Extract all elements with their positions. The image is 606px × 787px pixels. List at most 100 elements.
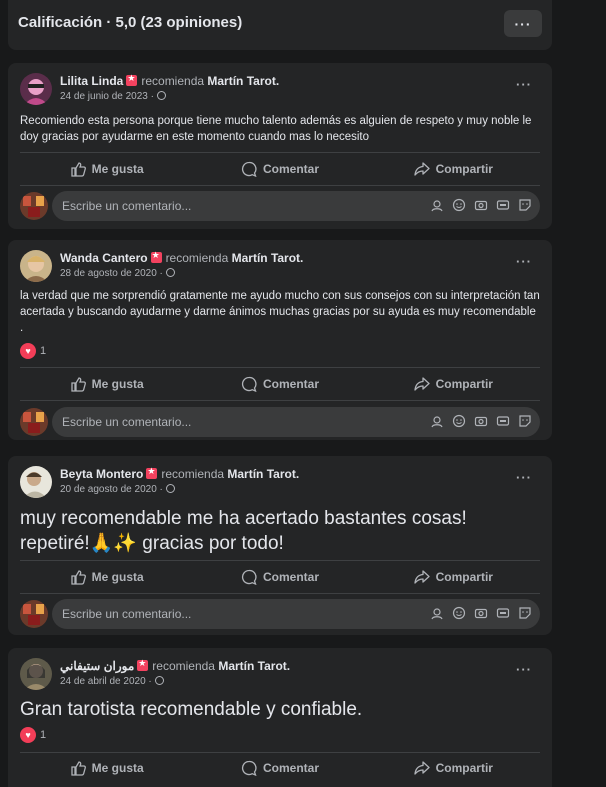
like-button[interactable]: Me gusta	[20, 369, 193, 399]
post-more-button[interactable]: ···	[516, 77, 532, 92]
review-post: Wanda Cantero recomienda Martín Tarot. 28…	[8, 240, 552, 440]
like-button[interactable]: Me gusta	[20, 753, 193, 783]
post-date[interactable]: 24 de abril de 2020 ·	[60, 676, 164, 687]
reaction-summary[interactable]: ♥ 1	[20, 343, 46, 359]
share-button[interactable]: Compartir	[367, 562, 540, 592]
comment-icon	[241, 161, 257, 177]
camera-icon[interactable]	[474, 414, 488, 428]
comment-row: Escribe un comentario...	[20, 599, 540, 629]
user-avatar[interactable]	[20, 408, 48, 436]
comment-icon	[241, 569, 257, 585]
share-button[interactable]: Compartir	[367, 369, 540, 399]
comment-tools	[430, 606, 532, 620]
globe-icon	[165, 268, 175, 277]
avatar[interactable]	[20, 73, 52, 105]
author-line: Wanda Cantero recomienda Martín Tarot.	[60, 250, 304, 265]
recommend-badge-icon	[126, 73, 138, 86]
avatar-sticker-icon[interactable]	[430, 198, 444, 212]
avatar[interactable]	[20, 658, 52, 690]
like-icon	[71, 162, 86, 177]
share-button[interactable]: Compartir	[367, 753, 540, 783]
author-name[interactable]: موران ستيفاني	[60, 659, 134, 673]
share-label: Compartir	[435, 377, 493, 391]
date-text: 24 de junio de 2023 ·	[60, 91, 154, 102]
comment-button[interactable]: Comentar	[193, 753, 366, 783]
user-avatar[interactable]	[20, 192, 48, 220]
action-bar: Me gusta Comentar Compartir	[20, 369, 540, 399]
avatar-sticker-icon[interactable]	[430, 606, 444, 620]
gif-icon[interactable]	[496, 606, 510, 620]
sticker-icon[interactable]	[518, 414, 532, 428]
comment-label: Comentar	[262, 570, 319, 584]
camera-icon[interactable]	[474, 198, 488, 212]
divider	[20, 185, 540, 186]
review-text: muy recomendable me ha acertado bastante…	[20, 508, 467, 554]
author-name[interactable]: Lilita Linda	[60, 74, 123, 88]
author-line: Lilita Linda recomienda Martín Tarot.	[60, 73, 279, 88]
post-more-button[interactable]: ···	[516, 254, 532, 269]
like-icon	[71, 570, 86, 585]
page-name-link[interactable]: Martín Tarot.	[218, 659, 290, 673]
post-date[interactable]: 28 de agosto de 2020 ·	[60, 268, 175, 279]
comment-placeholder: Escribe un comentario...	[62, 607, 192, 621]
camera-icon[interactable]	[474, 606, 488, 620]
post-date[interactable]: 24 de junio de 2023 ·	[60, 91, 166, 102]
review-text: la verdad que me sorprendió gratamente m…	[20, 290, 540, 334]
author-name[interactable]: Wanda Cantero	[60, 251, 148, 265]
divider	[20, 367, 540, 368]
share-label: Compartir	[435, 162, 493, 176]
comment-input[interactable]: Escribe un comentario...	[52, 407, 540, 437]
rating-header: Calificación · 5,0 (23 opiniones) ···	[8, 0, 552, 50]
user-avatar[interactable]	[20, 600, 48, 628]
action-bar: Me gusta Comentar Compartir	[20, 154, 540, 184]
post-more-button[interactable]: ···	[516, 470, 532, 485]
comment-placeholder: Escribe un comentario...	[62, 415, 192, 429]
divider	[20, 152, 540, 153]
like-button[interactable]: Me gusta	[20, 562, 193, 592]
sticker-icon[interactable]	[518, 606, 532, 620]
comment-button[interactable]: Comentar	[193, 562, 366, 592]
emoji-icon[interactable]	[452, 414, 466, 428]
globe-icon	[165, 484, 175, 493]
like-button[interactable]: Me gusta	[20, 154, 193, 184]
author-name[interactable]: Beyta Montero	[60, 467, 143, 481]
comment-icon	[241, 760, 257, 776]
page-name-link[interactable]: Martín Tarot.	[227, 467, 299, 481]
reaction-summary[interactable]: ♥ 1	[20, 727, 46, 743]
gif-icon[interactable]	[496, 198, 510, 212]
share-icon	[413, 761, 430, 775]
post-more-button[interactable]: ···	[516, 662, 532, 677]
comment-icon	[241, 376, 257, 392]
date-text: 28 de agosto de 2020 ·	[60, 268, 163, 279]
recommend-badge-icon	[146, 466, 158, 479]
comment-button[interactable]: Comentar	[193, 154, 366, 184]
action-bar: Me gusta Comentar Compartir	[20, 753, 540, 783]
love-reaction-icon: ♥	[20, 727, 36, 743]
sticker-icon[interactable]	[518, 198, 532, 212]
more-options-button[interactable]: ···	[504, 10, 542, 37]
post-date[interactable]: 20 de agosto de 2020 ·	[60, 484, 175, 495]
avatar-sticker-icon[interactable]	[430, 414, 444, 428]
like-label: Me gusta	[91, 761, 144, 775]
comment-input[interactable]: Escribe un comentario...	[52, 599, 540, 629]
date-text: 24 de abril de 2020 ·	[60, 676, 152, 687]
review-post: Beyta Montero recomienda Martín Tarot. 20…	[8, 456, 552, 635]
globe-icon	[154, 676, 164, 685]
avatar[interactable]	[20, 250, 52, 282]
page-name-link[interactable]: Martín Tarot.	[232, 251, 304, 265]
share-label: Compartir	[435, 761, 493, 775]
emoji-icon[interactable]	[452, 606, 466, 620]
page-name-link[interactable]: Martín Tarot.	[207, 74, 279, 88]
emoji-icon[interactable]	[452, 198, 466, 212]
comment-input[interactable]: Escribe un comentario...	[52, 191, 540, 221]
share-label: Compartir	[435, 570, 493, 584]
like-label: Me gusta	[91, 570, 144, 584]
recommends-text: recomienda	[152, 659, 215, 673]
comment-button[interactable]: Comentar	[193, 369, 366, 399]
gif-icon[interactable]	[496, 414, 510, 428]
comment-placeholder: Escribe un comentario...	[62, 199, 192, 213]
rating-title: Calificación · 5,0 (23 opiniones)	[18, 14, 243, 31]
review-text: Gran tarotista recomendable y confiable.	[20, 699, 363, 720]
avatar[interactable]	[20, 466, 52, 498]
share-button[interactable]: Compartir	[367, 154, 540, 184]
